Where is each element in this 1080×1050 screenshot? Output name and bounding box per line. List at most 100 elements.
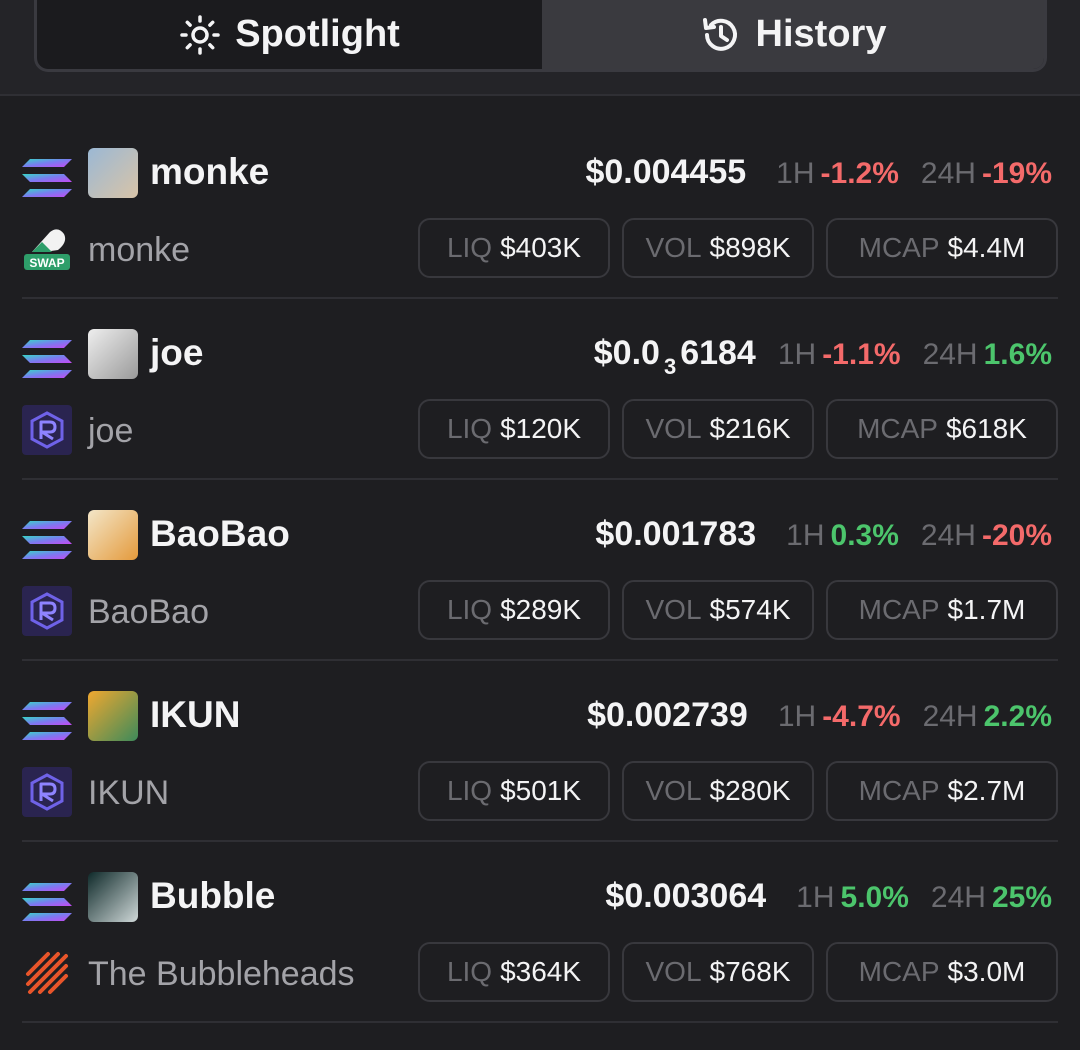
metric-pills: LIQ $289K VOL $574K MCAP $1.7M: [418, 580, 1058, 640]
label-24h: 24H: [920, 157, 976, 190]
token-ticker: monke: [150, 151, 270, 192]
tab-switcher: Spotlight History: [34, 0, 1047, 72]
price-main: $0.001783: [595, 515, 757, 553]
token-price: $0.002739: [587, 691, 756, 753]
vol-value: $898K: [709, 232, 791, 263]
volume-pill[interactable]: VOL $768K: [622, 942, 814, 1002]
raydium-icon: [22, 767, 72, 817]
token-row[interactable]: Bubble $0.003064 1H 5.0% 24H 25% The Bub…: [22, 842, 1058, 1023]
market-cap-pill[interactable]: MCAP $1.7M: [826, 580, 1058, 640]
change-1h: -1.1%: [822, 338, 901, 371]
token-avatar: [88, 691, 138, 741]
mcap-label: MCAP: [858, 956, 940, 987]
svg-text:SWAP: SWAP: [29, 256, 64, 270]
market-cap-pill[interactable]: MCAP $4.4M: [826, 218, 1058, 278]
label-24h: 24H: [922, 700, 978, 733]
token-row[interactable]: monke $0.004455 1H -1.2% 24H -19% SWAP m…: [22, 118, 1058, 299]
liquidity-pill[interactable]: LIQ $501K: [418, 761, 610, 821]
vol-label: VOL: [645, 413, 702, 444]
label-1h: 1H: [777, 338, 817, 371]
price-stats: $0.003064 1H 5.0% 24H 25%: [605, 872, 1052, 934]
vol-label: VOL: [645, 775, 702, 806]
change-24h: 1.6%: [983, 338, 1052, 371]
raydium-icon: [22, 586, 72, 636]
price-zero-count: 3: [663, 354, 677, 379]
token-price: $0.003064: [605, 872, 774, 934]
liq-label: LIQ: [446, 775, 493, 806]
change-24h: -19%: [981, 157, 1052, 190]
price-main: $0.004455: [585, 153, 747, 191]
token-detail-line: SWAP monke LIQ $403K VOL $898K MCAP $4.4M: [22, 218, 1058, 278]
change-1h: 5.0%: [840, 881, 909, 914]
vol-value: $280K: [709, 775, 791, 806]
volume-pill[interactable]: VOL $898K: [622, 218, 814, 278]
token-avatar: [88, 872, 138, 922]
label-1h: 1H: [777, 700, 817, 733]
solana-icon: [22, 702, 72, 740]
history-icon: [702, 17, 737, 51]
change-24h: -20%: [981, 519, 1052, 552]
token-detail-line: The Bubbleheads LIQ $364K VOL $768K MCAP $3…: [22, 942, 1058, 1002]
liq-label: LIQ: [446, 232, 493, 263]
solana-icon: [22, 340, 72, 378]
solana-icon: [22, 883, 72, 921]
token-detail-line: IKUN LIQ $501K VOL $280K MCAP $2.7M: [22, 761, 1058, 821]
token-ticker: BaoBao: [150, 513, 290, 554]
volume-pill[interactable]: VOL $216K: [622, 399, 814, 459]
liq-label: LIQ: [446, 413, 493, 444]
metric-pills: LIQ $120K VOL $216K MCAP $618K: [418, 399, 1058, 459]
token-list: monke $0.004455 1H -1.2% 24H -19% SWAP m…: [0, 118, 1080, 1023]
solana-icon: [22, 159, 72, 197]
token-header-line: IKUN $0.002739 1H -4.7% 24H 2.2%: [22, 689, 1058, 743]
solana-icon: [22, 521, 72, 559]
market-cap-pill[interactable]: MCAP $3.0M: [826, 942, 1058, 1002]
metric-pills: LIQ $403K VOL $898K MCAP $4.4M: [418, 218, 1058, 278]
mcap-value: $2.7M: [947, 775, 1026, 806]
liq-label: LIQ: [446, 594, 493, 625]
label-24h: 24H: [922, 338, 978, 371]
market-cap-pill[interactable]: MCAP $618K: [826, 399, 1058, 459]
mcap-label: MCAP: [858, 775, 940, 806]
liq-label: LIQ: [446, 956, 493, 987]
token-header-line: BaoBao $0.001783 1H 0.3% 24H -20%: [22, 508, 1058, 562]
price-digits: 6184: [680, 334, 756, 372]
change-24h: 2.2%: [983, 700, 1052, 733]
token-avatar: [88, 510, 138, 560]
mcap-value: $618K: [945, 413, 1027, 444]
vol-label: VOL: [645, 956, 702, 987]
token-header-line: monke $0.004455 1H -1.2% 24H -19%: [22, 146, 1058, 200]
liq-value: $120K: [500, 413, 582, 444]
liquidity-pill[interactable]: LIQ $403K: [418, 218, 610, 278]
volume-pill[interactable]: VOL $574K: [622, 580, 814, 640]
liquidity-pill[interactable]: LIQ $364K: [418, 942, 610, 1002]
volume-pill[interactable]: VOL $280K: [622, 761, 814, 821]
token-ticker: Bubble: [150, 875, 276, 916]
liquidity-pill[interactable]: LIQ $289K: [418, 580, 610, 640]
metric-pills: LIQ $501K VOL $280K MCAP $2.7M: [418, 761, 1058, 821]
market-cap-pill[interactable]: MCAP $2.7M: [826, 761, 1058, 821]
tab-spotlight[interactable]: Spotlight: [37, 0, 542, 69]
token-row[interactable]: IKUN $0.002739 1H -4.7% 24H 2.2% IKUN LI…: [22, 661, 1058, 842]
token-name: monke: [88, 231, 191, 269]
token-detail-line: joe LIQ $120K VOL $216K MCAP $618K: [22, 399, 1058, 459]
token-name: The Bubbleheads: [88, 955, 355, 993]
vol-value: $768K: [709, 956, 791, 987]
tab-history-label: History: [755, 13, 887, 55]
liquidity-pill[interactable]: LIQ $120K: [418, 399, 610, 459]
token-row[interactable]: BaoBao $0.001783 1H 0.3% 24H -20% BaoBao…: [22, 480, 1058, 661]
token-name: BaoBao: [88, 593, 209, 631]
tab-history[interactable]: History: [542, 0, 1044, 69]
tab-spotlight-label: Spotlight: [235, 13, 400, 55]
token-avatar: [88, 148, 138, 198]
vol-value: $574K: [709, 594, 791, 625]
token-row[interactable]: joe $0.0 3 6184 1H -1.1% 24H 1.6% joe LIQ $…: [22, 299, 1058, 480]
price-stats: $0.004455 1H -1.2% 24H -19%: [585, 148, 1052, 210]
raydium-icon: [22, 405, 72, 455]
token-header-line: joe $0.0 3 6184 1H -1.1% 24H 1.6%: [22, 327, 1058, 381]
price-main: $0.002739: [587, 696, 748, 734]
label-1h: 1H: [776, 157, 815, 190]
price-main: $0.003064: [605, 877, 767, 915]
price-stats: $0.002739 1H -4.7% 24H 2.2%: [587, 691, 1052, 753]
bubble-dex-icon: [22, 948, 72, 998]
price-stats: $0.001783 1H 0.3% 24H -20%: [595, 510, 1052, 572]
